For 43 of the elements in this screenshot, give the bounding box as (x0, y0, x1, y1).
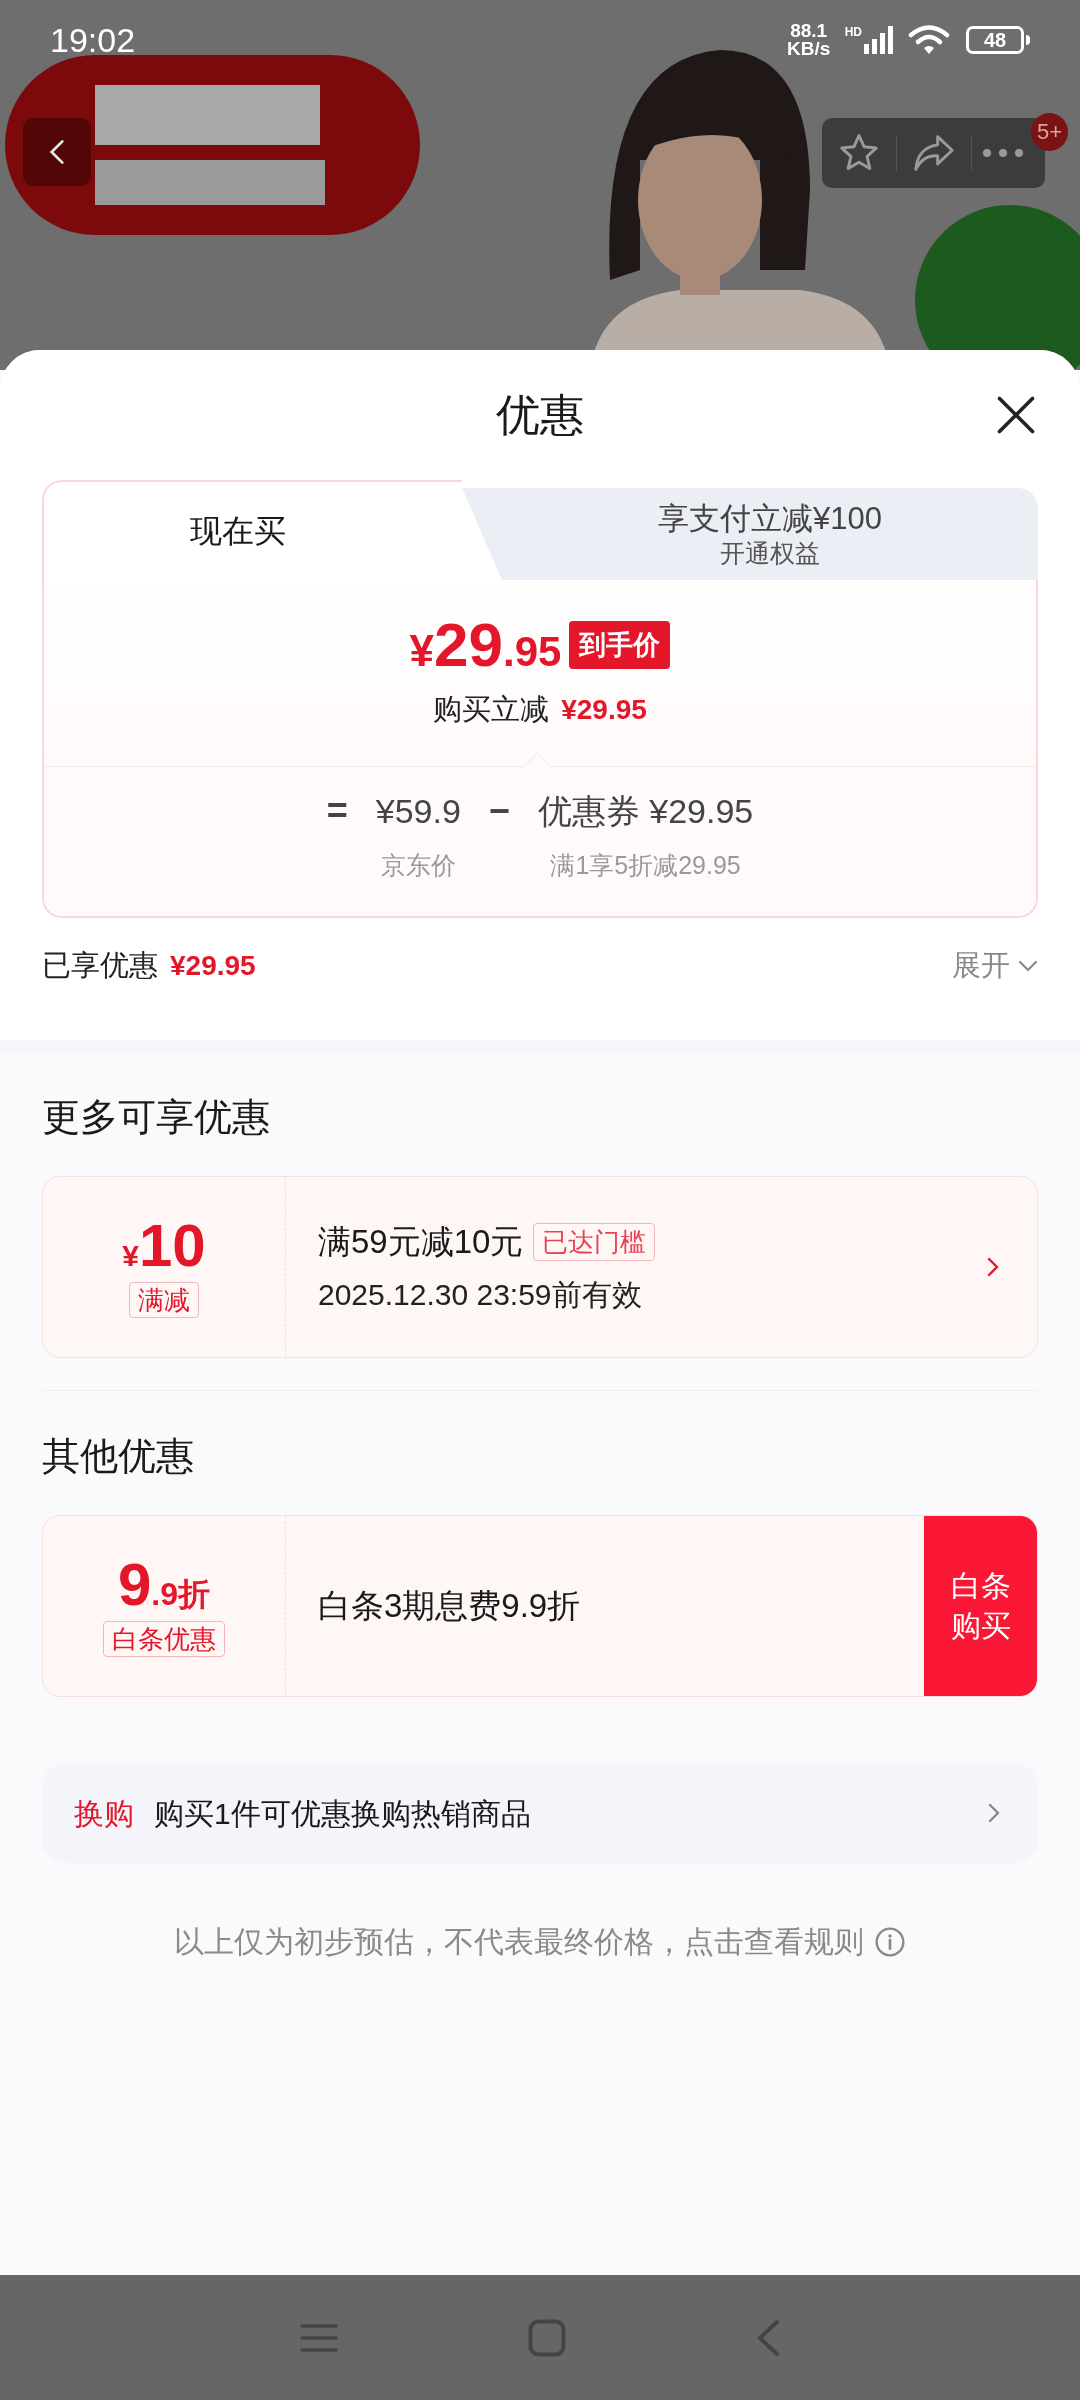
battery-tip (1026, 35, 1030, 45)
sheet-title: 优惠 (496, 389, 584, 441)
term-label: 京东价 (380, 850, 456, 881)
battery-level: 48 (966, 26, 1024, 54)
section-title: 其他优惠 (42, 1433, 195, 1479)
wifi-icon (908, 24, 950, 56)
chevron-left-icon (49, 137, 65, 167)
enjoyed-amount: ¥29.95 (170, 949, 256, 983)
baitiao-buy-button[interactable]: 白条购买 (924, 1516, 1037, 1696)
clock-time: 19:02 (50, 19, 136, 61)
enjoyed-label: 已享优惠 (42, 948, 158, 984)
exchange-tag: 换购 (74, 1790, 134, 1836)
equals-sign: = (326, 789, 348, 833)
discount-label: 购买立减 (433, 692, 550, 727)
threshold-badge: 已达门槛 (533, 1222, 656, 1261)
price-term: ¥59.9 (375, 791, 461, 832)
info-icon[interactable] (874, 1925, 906, 1958)
offer-title: 白条3期息费9.9折 (318, 1586, 581, 1627)
expand-toggle[interactable]: 展开 (952, 944, 1038, 988)
signal-icon (864, 26, 894, 54)
offer-tag: 满减 (129, 1282, 199, 1318)
chevron-right-icon[interactable] (987, 1256, 999, 1278)
network-type: HD (844, 26, 862, 38)
section-title: 更多可享优惠 (42, 1094, 271, 1140)
network-speed: 88.1 KB/s (786, 22, 832, 58)
offer-title: 满59元减10元 (318, 1221, 524, 1262)
exchange-card[interactable]: 换购 购买1件可优惠换购热销商品 (42, 1763, 1038, 1863)
tab[interactable]: 现在买 (42, 480, 462, 580)
disclaimer-text: 以上仅为初步预估，不代表最终价格，点击查看规则 (174, 1924, 864, 1960)
chevron-down-icon (1018, 959, 1038, 973)
term-label: 满1享5折减29.95 (550, 850, 741, 881)
offer-amount: 9.9折 (117, 1555, 211, 1615)
price-term: 优惠券 ¥29.95 (537, 791, 754, 832)
offer-amount: ¥10 (122, 1216, 206, 1276)
exchange-text: 购买1件可优惠换购热销商品 (154, 1795, 532, 1832)
final-price: ¥29.95 (409, 614, 562, 676)
chevron-right-icon (988, 1802, 1000, 1824)
offer-tag: 白条优惠 (103, 1621, 225, 1657)
minus-sign: − (488, 789, 510, 833)
validity-text: 2025.12.30 23:59前有效 (318, 1277, 643, 1314)
discount-amount: ¥29.95 (561, 692, 647, 727)
tab[interactable]: 享支付立减¥100 开通权益 (462, 488, 1038, 580)
price-tag: 到手价 (569, 620, 671, 670)
